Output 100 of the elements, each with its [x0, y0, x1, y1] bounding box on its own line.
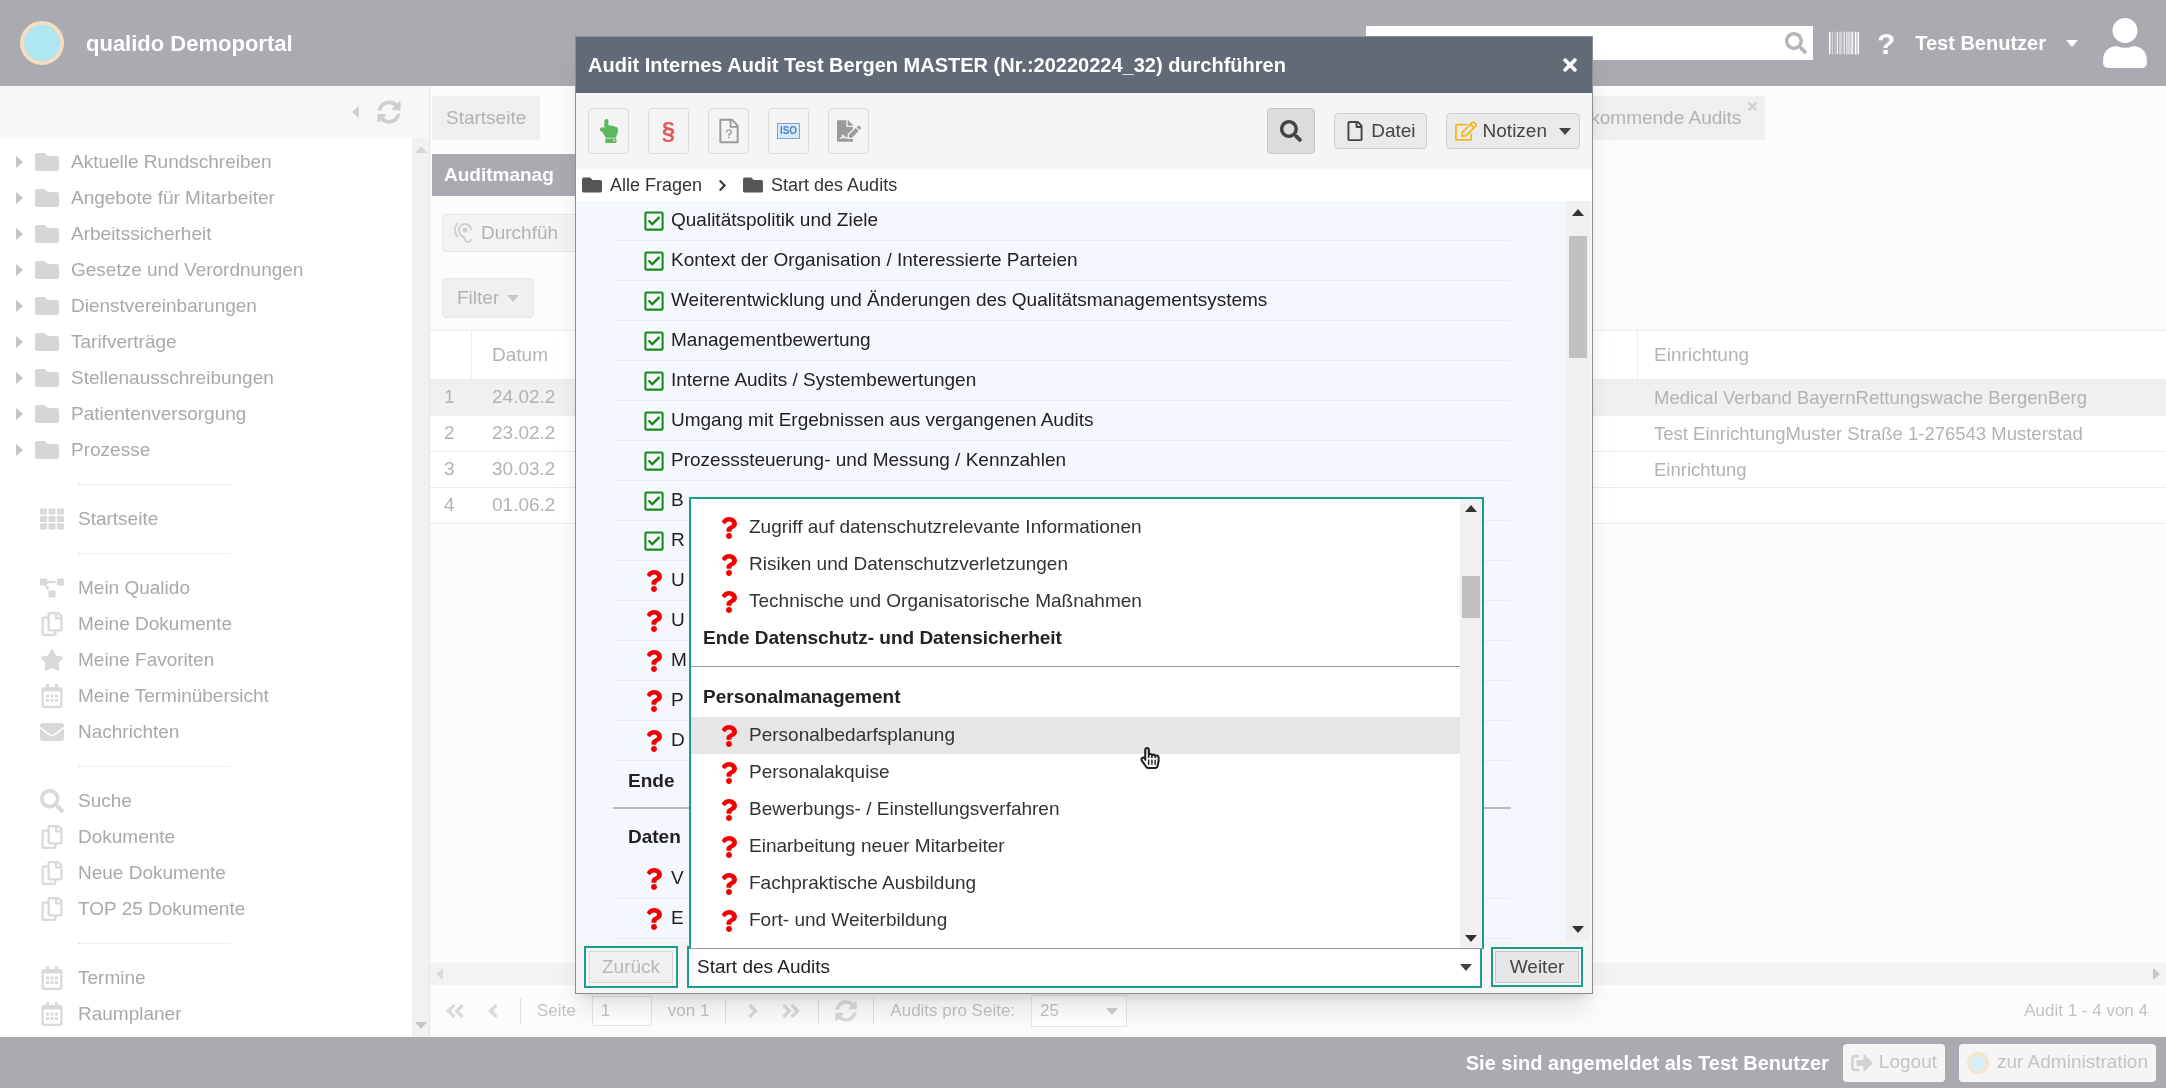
nav-item[interactable]: TOP 25 Dokumente — [0, 891, 412, 927]
question-item[interactable]: U — [671, 606, 685, 635]
checked-checkbox[interactable] — [643, 329, 665, 352]
scroll-down-icon[interactable] — [1572, 926, 1584, 933]
dropdown-scrollbar[interactable] — [1460, 499, 1482, 948]
tree-item[interactable]: Patientenversorgung — [0, 396, 412, 432]
search-button[interactable] — [1267, 108, 1316, 154]
expand-icon[interactable] — [16, 372, 23, 384]
tree-item[interactable]: Aktuelle Rundschreiben — [0, 144, 412, 180]
checked-checkbox[interactable] — [643, 409, 665, 432]
portal-title: qualido Demoportal — [86, 29, 293, 58]
question-item[interactable]: Weiterentwicklung und Änderungen des Qualitätsmanagementsystems — [671, 286, 1268, 315]
tree-item[interactable]: Tarifverträge — [0, 324, 412, 360]
nav-item[interactable]: Mein Qualido — [0, 570, 412, 606]
folder-icon — [35, 438, 59, 462]
collapse-icon[interactable] — [352, 106, 359, 118]
nav-item[interactable]: Meine Dokumente — [0, 606, 412, 642]
question-item[interactable]: Qualitätspolitik und Ziele — [671, 206, 878, 235]
question-item[interactable]: P — [671, 686, 684, 715]
next-button[interactable]: Weiter — [1495, 951, 1579, 983]
tab[interactable]: Startseite — [432, 96, 541, 140]
search-icon[interactable] — [1784, 32, 1807, 54]
checked-checkbox[interactable] — [643, 449, 665, 472]
scroll-left-icon[interactable] — [436, 968, 443, 980]
refresh-icon[interactable] — [835, 1000, 858, 1022]
scroll-up-icon[interactable] — [1572, 209, 1584, 216]
expand-icon[interactable] — [16, 444, 23, 456]
expand-icon[interactable] — [16, 192, 23, 204]
tree-item[interactable]: Gesetze und Verordnungen — [0, 252, 412, 288]
question-item[interactable]: Kontext der Organisation / Interessierte Parteien — [671, 246, 1078, 275]
breadcrumb-link[interactable]: Alle Fragen — [610, 171, 703, 199]
checked-checkbox[interactable] — [643, 209, 665, 232]
checked-checkbox[interactable] — [643, 249, 665, 272]
file-button[interactable]: Datei — [1334, 113, 1427, 149]
folder-icon — [35, 258, 59, 282]
checked-checkbox[interactable] — [643, 369, 665, 392]
nav-item[interactable]: Meine Favoriten — [0, 642, 412, 678]
question-item[interactable]: B — [671, 486, 684, 515]
question-item[interactable]: Managementbewertung — [671, 326, 871, 355]
nav-item[interactable]: Neue Dokumente — [0, 855, 412, 891]
scroll-right-icon[interactable] — [2153, 968, 2160, 980]
tree-item[interactable]: Stellenausschreibungen — [0, 360, 412, 396]
nav-item[interactable]: Startseite — [0, 501, 412, 537]
tree-item[interactable]: Prozesse — [0, 432, 412, 468]
grid-icon — [40, 507, 64, 531]
breadcrumb-link[interactable]: Start des Audits — [771, 171, 898, 199]
help-icon[interactable]: ? — [1876, 20, 1896, 66]
user-menu[interactable]: Test Benutzer — [1915, 28, 2046, 58]
question-item[interactable]: Umgang mit Ergebnissen aus vergangenen Audits — [671, 406, 1094, 435]
tree-item[interactable]: Arbeitssicherheit — [0, 216, 412, 252]
nav-item[interactable]: Termine — [0, 960, 412, 996]
checked-checkbox[interactable] — [643, 529, 665, 552]
hand-tool-button[interactable] — [588, 108, 629, 154]
dropdown-option[interactable]: Personalbedarfsplanung — [691, 717, 1460, 754]
column-header[interactable]: Einrichtung — [1637, 331, 2166, 379]
table-cell: 23.02.2 — [492, 422, 556, 444]
question-item[interactable]: M — [671, 646, 687, 675]
scrollbar-thumb[interactable] — [1569, 236, 1587, 358]
expand-icon[interactable] — [16, 156, 23, 168]
filter-button[interactable]: Filter — [442, 278, 534, 318]
question-item[interactable]: Interne Audits / Systembewertungen — [671, 366, 977, 395]
expand-icon[interactable] — [16, 228, 23, 240]
question-item[interactable]: V — [671, 864, 684, 893]
scroll-up-icon[interactable] — [1465, 505, 1477, 512]
expand-icon[interactable] — [16, 408, 23, 420]
tree-item[interactable]: Dienstvereinbarungen — [0, 288, 412, 324]
scrollbar-thumb[interactable] — [1462, 576, 1480, 618]
nav-item[interactable]: Suche — [0, 783, 412, 819]
expand-icon[interactable] — [16, 300, 23, 312]
refresh-icon[interactable] — [377, 100, 401, 124]
scrollbar[interactable] — [1566, 201, 1590, 941]
checklist-tool-button[interactable] — [828, 108, 869, 154]
checked-checkbox[interactable] — [643, 489, 665, 512]
notes-button[interactable]: Notizen — [1445, 113, 1580, 149]
folder-icon — [35, 294, 59, 318]
question-item[interactable]: Prozesssteuerung- und Messung / Kennzahlen — [671, 446, 1067, 475]
hand-cursor-icon — [1139, 747, 1161, 769]
caret-icon[interactable] — [2066, 39, 2078, 47]
table-cell-text: Einrichtung — [1654, 457, 1747, 482]
checked-checkbox[interactable] — [643, 289, 665, 312]
nav-item[interactable]: Meine Terminübersicht — [0, 678, 412, 714]
question-item[interactable]: R — [671, 526, 685, 555]
iso-tool-button[interactable]: ISO — [768, 108, 809, 154]
tree-item[interactable]: Angebote für Mitarbeiter — [0, 180, 412, 216]
question-item[interactable]: U — [671, 566, 685, 595]
question-item[interactable]: D — [671, 726, 685, 755]
nav-item[interactable]: Raumplaner — [0, 996, 412, 1032]
nav-item[interactable]: Dokumente — [0, 819, 412, 855]
section-select[interactable]: Start des Audits — [687, 946, 1482, 988]
page-field[interactable]: 1 — [591, 996, 652, 1026]
expand-icon[interactable] — [16, 336, 23, 348]
avatar-icon[interactable] — [2100, 18, 2150, 68]
question-item[interactable]: E — [671, 904, 684, 933]
paragraph-tool-button[interactable]: § — [648, 108, 689, 154]
document-tool-button[interactable] — [708, 108, 749, 154]
close-icon[interactable] — [1560, 55, 1580, 75]
expand-icon[interactable] — [16, 264, 23, 276]
nav-item[interactable]: Nachrichten — [0, 714, 412, 750]
folder-icon — [582, 175, 602, 195]
per-page-select[interactable]: 25 — [1031, 995, 1128, 1027]
